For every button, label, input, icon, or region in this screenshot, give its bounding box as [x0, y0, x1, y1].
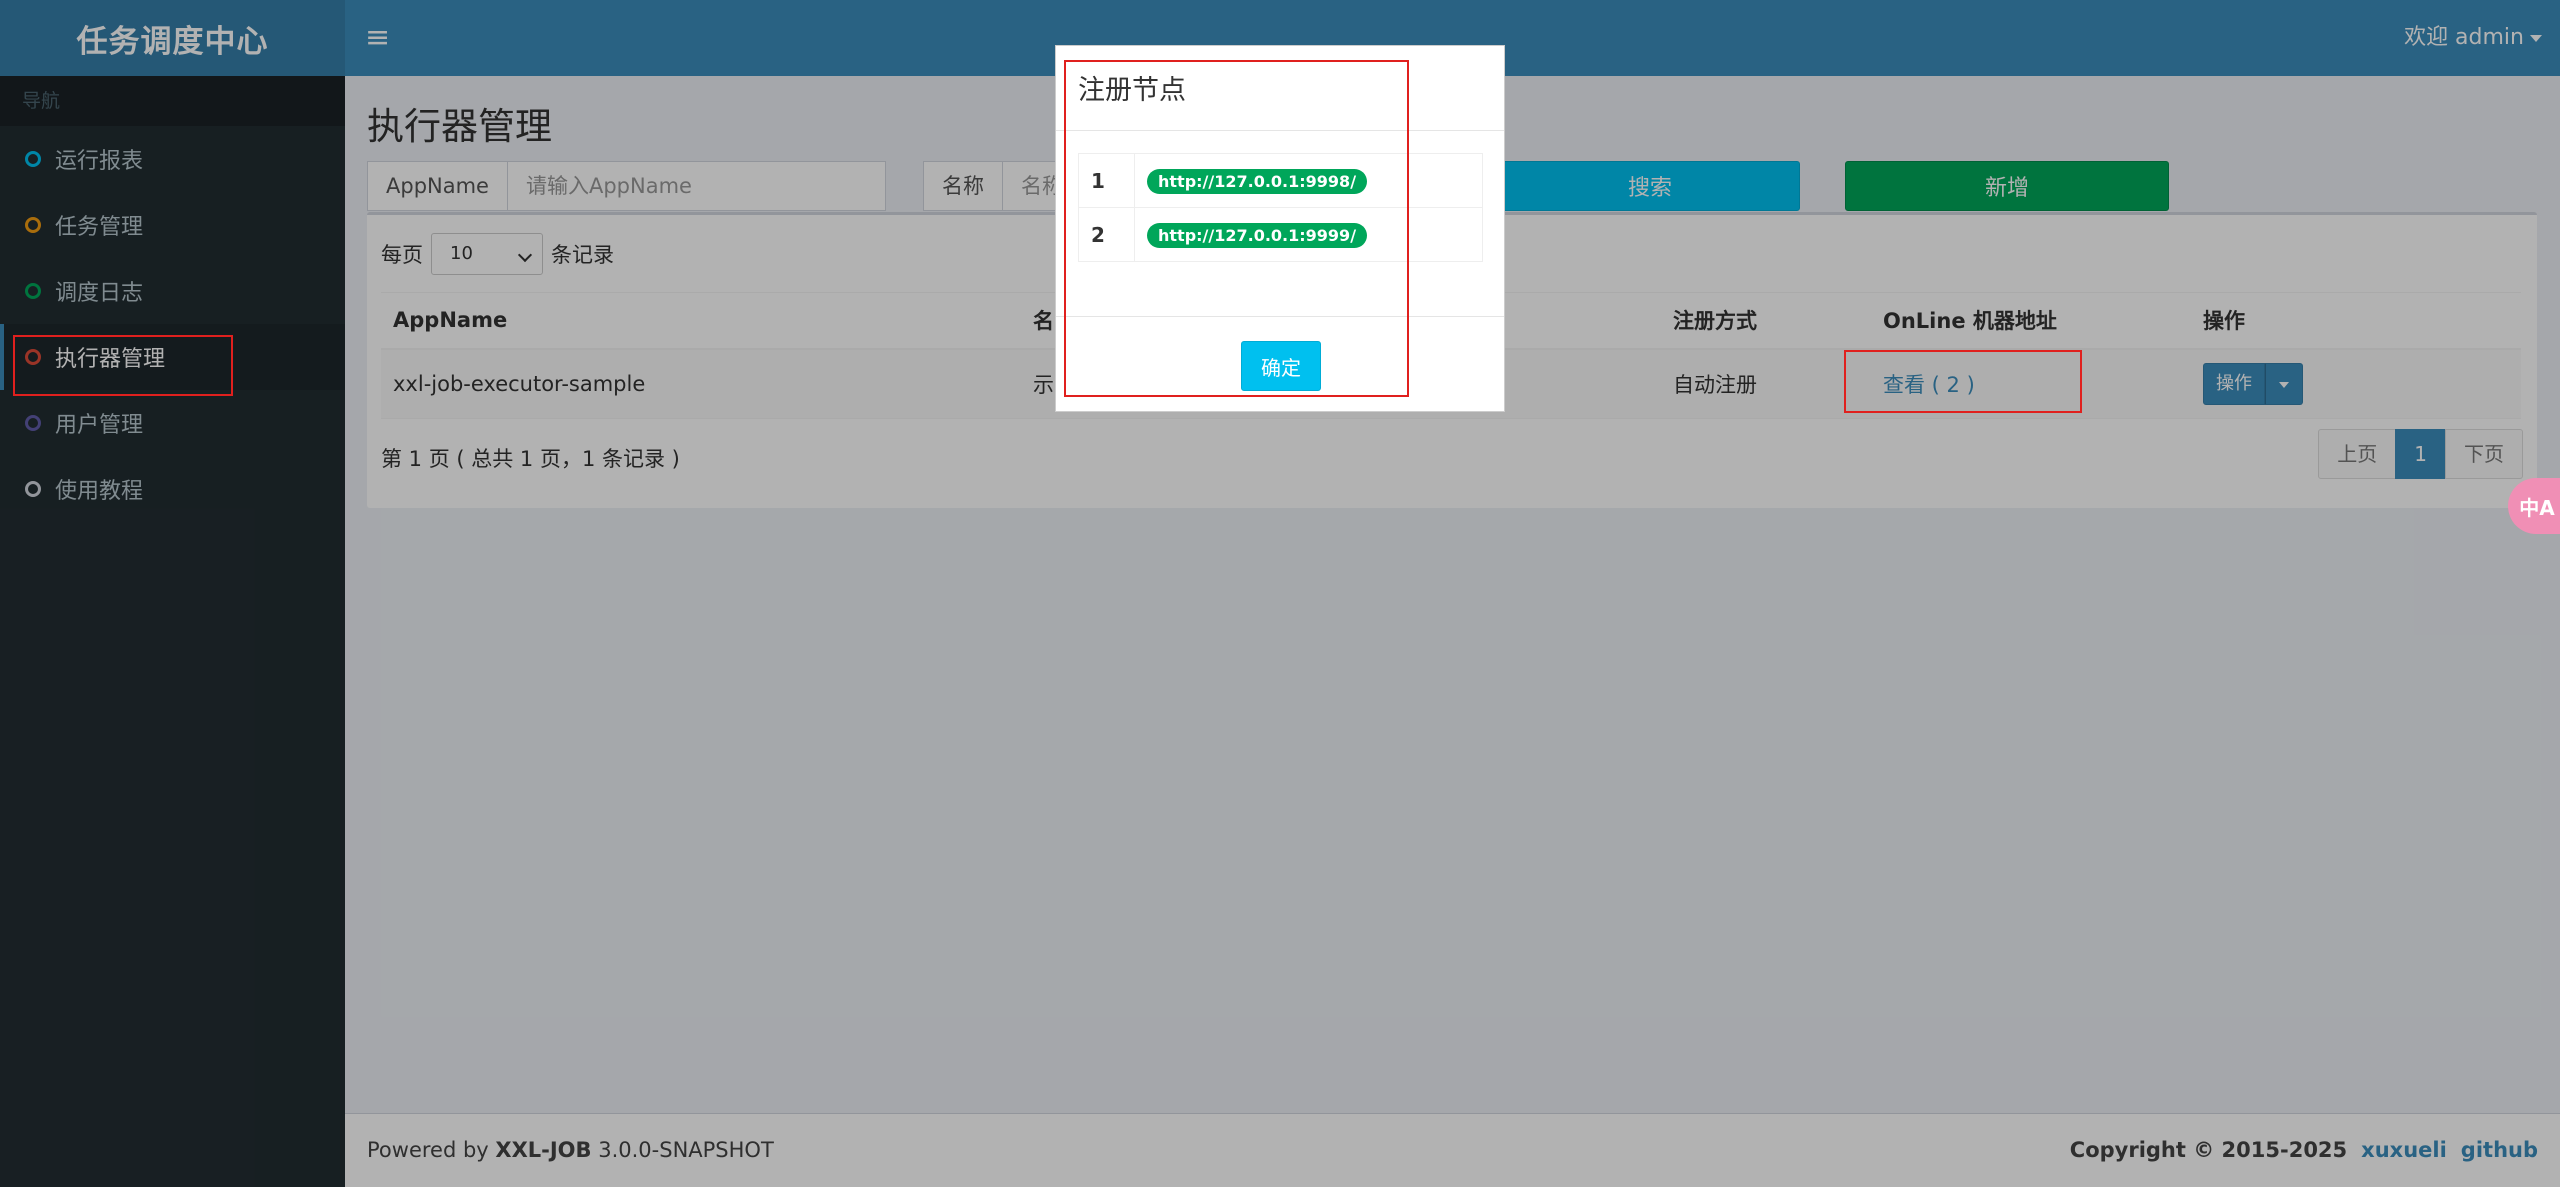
- highlight-box-executor-menu: [13, 335, 233, 396]
- translate-float-button[interactable]: 中A: [2508, 478, 2560, 534]
- highlight-box-modal: [1064, 60, 1409, 397]
- highlight-box-online-link: [1844, 350, 2082, 413]
